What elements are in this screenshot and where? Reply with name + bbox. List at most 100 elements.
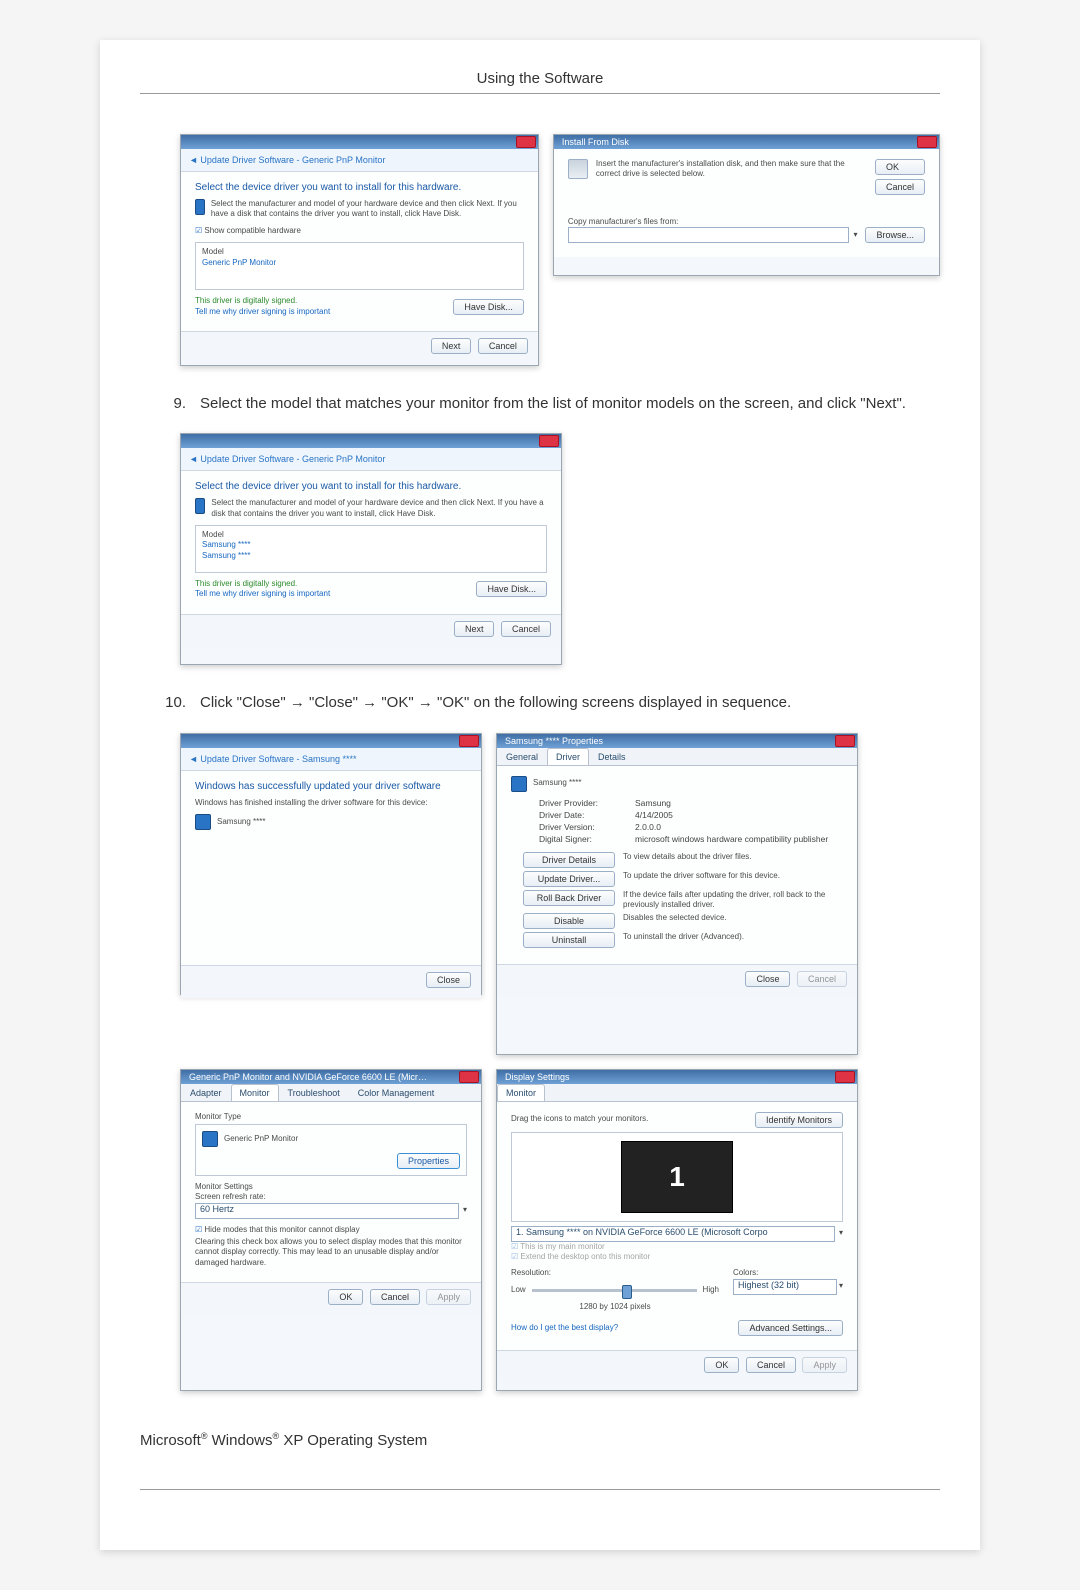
tab-adapter[interactable]: Adapter: [181, 1084, 231, 1101]
device-icon: [195, 814, 211, 830]
update-driver-button[interactable]: Update Driver...: [523, 871, 615, 887]
refresh-rate-select[interactable]: 60 Hertz: [195, 1203, 459, 1219]
show-compatible-checkbox[interactable]: Show compatible hardware: [195, 226, 524, 236]
disable-button[interactable]: Disable: [523, 913, 615, 929]
refresh-rate-label: Screen refresh rate:: [195, 1192, 467, 1202]
hide-modes-warning: Clearing this check box allows you to se…: [195, 1237, 467, 1268]
close-icon[interactable]: [917, 136, 937, 148]
model-item[interactable]: Samsung ****: [202, 551, 540, 561]
uninstall-button[interactable]: Uninstall: [523, 932, 615, 948]
next-button[interactable]: Next: [454, 621, 495, 637]
main-monitor-checkbox: This is my main monitor: [511, 1242, 843, 1252]
colors-select[interactable]: Highest (32 bit): [733, 1279, 837, 1295]
model-list[interactable]: Model Generic PnP Monitor: [195, 242, 524, 290]
figure-grid: ◄ Update Driver Software - Samsung **** …: [180, 733, 940, 1391]
model-item[interactable]: Samsung ****: [202, 540, 540, 550]
driver-details-button[interactable]: Driver Details: [523, 852, 615, 868]
footer-os-line: Microsoft® Windows® XP Operating System: [140, 1431, 940, 1449]
col-model: Model: [202, 247, 517, 257]
dialog-heading: Select the device driver you want to ins…: [195, 481, 547, 492]
next-button[interactable]: Next: [431, 338, 472, 354]
close-icon[interactable]: [459, 1071, 479, 1083]
have-disk-button[interactable]: Have Disk...: [476, 581, 547, 597]
step-10: 10. Click "Close" → "Close" → "OK" → "OK…: [160, 691, 940, 714]
dropdown-icon[interactable]: ▾: [463, 1205, 467, 1215]
step-number: 9.: [160, 392, 186, 415]
btn-desc: To view details about the driver files.: [623, 852, 752, 862]
os-text: XP Operating System: [279, 1432, 427, 1449]
dialog-monitor-adapter-properties: Generic PnP Monitor and NVIDIA GeForce 6…: [180, 1069, 482, 1391]
device-icon: [511, 776, 527, 792]
signed-link[interactable]: Tell me why driver signing is important: [195, 307, 330, 317]
ok-button[interactable]: OK: [328, 1289, 363, 1305]
extend-desktop-checkbox: Extend the desktop onto this monitor: [511, 1252, 843, 1262]
kv-label: Driver Provider:: [539, 798, 629, 808]
rollback-driver-button[interactable]: Roll Back Driver: [523, 890, 615, 906]
cancel-button[interactable]: Cancel: [501, 621, 551, 637]
page-header: Using the Software: [140, 70, 940, 94]
monitor-select[interactable]: 1. Samsung **** on NVIDIA GeForce 6600 L…: [511, 1226, 835, 1242]
advanced-settings-button[interactable]: Advanced Settings...: [738, 1320, 843, 1336]
close-icon[interactable]: [459, 735, 479, 747]
model-item[interactable]: Generic PnP Monitor: [202, 258, 517, 268]
close-icon[interactable]: [516, 136, 536, 148]
signed-text: This driver is digitally signed.: [195, 579, 330, 589]
tab-color-mgmt[interactable]: Color Management: [349, 1084, 444, 1101]
monitor-thumb[interactable]: 1: [621, 1141, 733, 1213]
breadcrumb: ◄ Update Driver Software - Generic PnP M…: [181, 149, 538, 172]
driver-info: Driver Provider:Samsung Driver Date:4/14…: [539, 798, 843, 844]
close-icon[interactable]: [835, 1071, 855, 1083]
cancel-button[interactable]: Cancel: [370, 1289, 420, 1305]
os-text: Microsoft: [140, 1432, 201, 1449]
hide-modes-checkbox[interactable]: Hide modes that this monitor cannot disp…: [195, 1225, 467, 1235]
kv-value: Samsung: [635, 798, 843, 808]
btn-desc: If the device fails after updating the d…: [623, 890, 843, 911]
tab-driver[interactable]: Driver: [547, 748, 589, 765]
browse-button[interactable]: Browse...: [865, 227, 925, 243]
btn-desc: Disables the selected device.: [623, 913, 727, 923]
dropdown-icon[interactable]: ▾: [853, 230, 857, 240]
model-list[interactable]: Model Samsung **** Samsung ****: [195, 525, 547, 573]
dialog-subtext: Select the manufacturer and model of you…: [211, 498, 547, 519]
dialog-message: Insert the manufacturer's installation d…: [596, 159, 863, 180]
close-button[interactable]: Close: [745, 971, 790, 987]
titlebar: [181, 135, 538, 149]
tab-monitor[interactable]: Monitor: [231, 1084, 279, 1101]
apply-button[interactable]: Apply: [802, 1357, 847, 1373]
dropdown-icon[interactable]: ▾: [839, 1228, 843, 1238]
dialog-title: Display Settings: [499, 1072, 570, 1082]
properties-button[interactable]: Properties: [397, 1153, 460, 1169]
cancel-button[interactable]: Cancel: [797, 971, 847, 987]
cancel-button[interactable]: Cancel: [875, 179, 925, 195]
colors-label: Colors:: [733, 1268, 843, 1278]
tab-general[interactable]: General: [497, 748, 547, 765]
dropdown-icon[interactable]: ▾: [839, 1281, 843, 1291]
tab-troubleshoot[interactable]: Troubleshoot: [279, 1084, 349, 1101]
ok-button[interactable]: OK: [875, 159, 925, 175]
close-button[interactable]: Close: [426, 972, 471, 988]
cancel-button[interactable]: Cancel: [478, 338, 528, 354]
dialog-update-driver-select-generic: ◄ Update Driver Software - Generic PnP M…: [180, 134, 539, 366]
help-link[interactable]: How do I get the best display?: [511, 1323, 618, 1333]
dialog-update-driver-success: ◄ Update Driver Software - Samsung **** …: [180, 733, 482, 995]
dialog-title: Samsung **** Properties: [499, 736, 603, 746]
breadcrumb-text: Update Driver Software - Samsung ****: [200, 754, 356, 764]
close-icon[interactable]: [835, 735, 855, 747]
copy-from-field[interactable]: [568, 227, 850, 243]
cancel-button[interactable]: Cancel: [746, 1357, 796, 1373]
device-name: Samsung ****: [533, 778, 581, 788]
dialog-subtext: Select the manufacturer and model of you…: [211, 199, 524, 220]
have-disk-button[interactable]: Have Disk...: [453, 299, 524, 315]
identify-monitors-button[interactable]: Identify Monitors: [755, 1112, 843, 1128]
tab-monitor[interactable]: Monitor: [497, 1084, 545, 1101]
slider-thumb-icon[interactable]: [622, 1285, 632, 1299]
tab-details[interactable]: Details: [589, 748, 635, 765]
dialog-title: Install From Disk: [556, 137, 629, 147]
close-icon[interactable]: [539, 435, 559, 447]
signed-link[interactable]: Tell me why driver signing is important: [195, 589, 330, 599]
ok-button[interactable]: OK: [704, 1357, 739, 1373]
dialog-update-driver-select-samsung: ◄ Update Driver Software - Generic PnP M…: [180, 433, 562, 665]
monitor-type-label: Monitor Type: [195, 1112, 467, 1122]
resolution-slider[interactable]: [532, 1289, 697, 1292]
apply-button[interactable]: Apply: [426, 1289, 471, 1305]
